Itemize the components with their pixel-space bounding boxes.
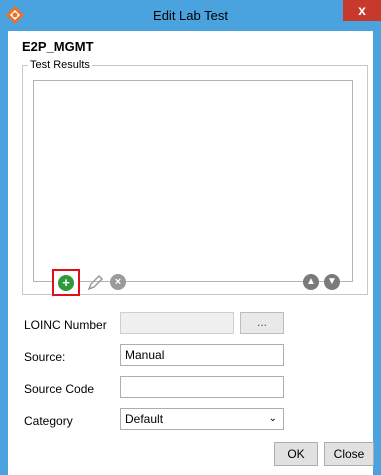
source-code-field[interactable] bbox=[120, 376, 284, 398]
loinc-field[interactable] bbox=[120, 312, 234, 334]
pencil-icon[interactable] bbox=[86, 274, 104, 292]
close-window-button[interactable]: x bbox=[343, 0, 381, 21]
test-name-heading: E2P_MGMT bbox=[22, 39, 94, 54]
loinc-label: LOINC Number bbox=[24, 318, 107, 332]
category-select[interactable]: Default ⌄ bbox=[120, 408, 284, 430]
ok-button[interactable]: OK bbox=[274, 442, 318, 466]
add-icon: + bbox=[58, 275, 74, 291]
source-label: Source: bbox=[24, 350, 66, 364]
test-results-list[interactable] bbox=[33, 80, 353, 282]
close-icon: x bbox=[358, 2, 366, 18]
delete-icon[interactable]: × bbox=[110, 274, 126, 290]
loinc-browse-button[interactable]: ... bbox=[240, 312, 284, 334]
titlebar[interactable]: Edit Lab Test x bbox=[0, 0, 381, 31]
close-button[interactable]: Close bbox=[324, 442, 374, 466]
category-value: Default bbox=[125, 412, 164, 426]
source-field[interactable]: Manual bbox=[120, 344, 284, 366]
chevron-down-icon: ⌄ bbox=[268, 413, 277, 424]
test-results-label: Test Results bbox=[28, 59, 92, 71]
arrow-up-icon[interactable]: ▲ bbox=[303, 274, 319, 290]
add-result-button[interactable]: + bbox=[52, 269, 80, 296]
category-label: Category bbox=[24, 414, 73, 428]
window-title: Edit Lab Test bbox=[153, 8, 228, 23]
source-code-label: Source Code bbox=[24, 382, 95, 396]
edit-lab-test-window: Edit Lab Test x E2P_MGMT Test Results + … bbox=[0, 0, 381, 475]
arrow-down-icon[interactable]: ▼ bbox=[324, 274, 340, 290]
